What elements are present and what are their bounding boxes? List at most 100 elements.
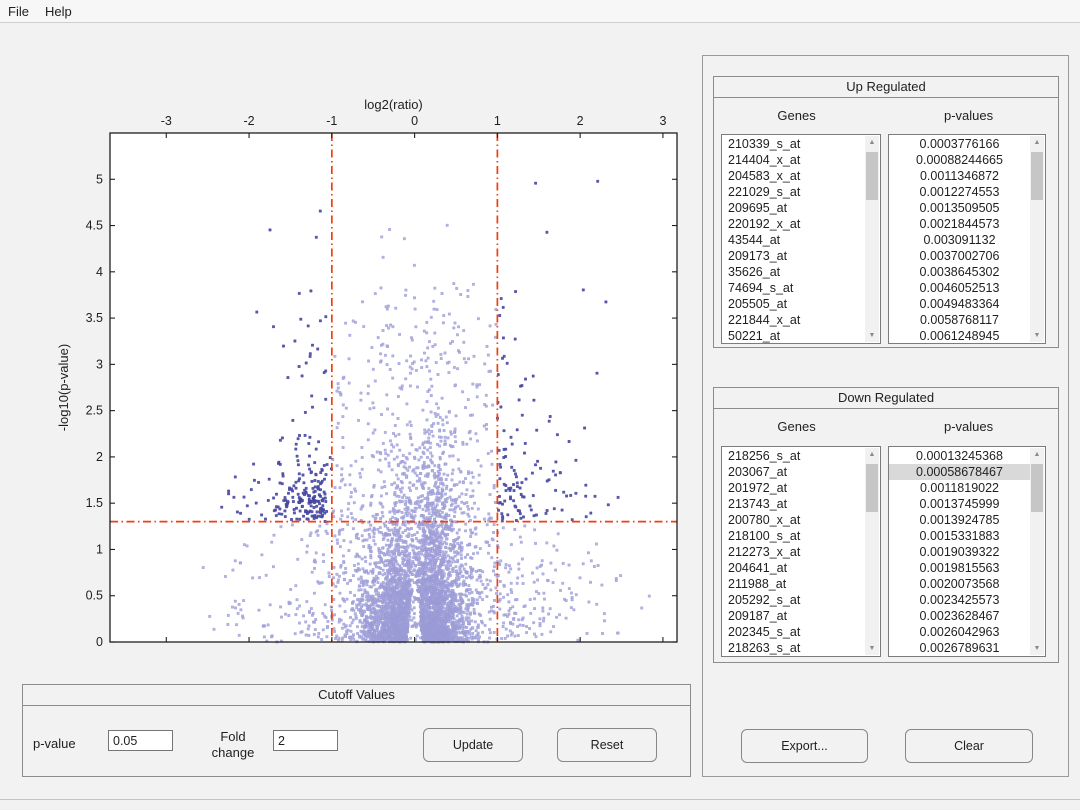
up-pvalue-item[interactable]: 0.003091132	[889, 232, 1030, 248]
up-gene-item[interactable]: 221844_x_at	[722, 312, 865, 328]
down-pvalue-item[interactable]: 0.0023425573	[889, 592, 1030, 608]
svg-text:-1: -1	[326, 114, 337, 128]
down-gene-item[interactable]: 205292_s_at	[722, 592, 865, 608]
up-pvalue-item[interactable]: 0.0038645302	[889, 264, 1030, 280]
svg-text:1.5: 1.5	[86, 496, 103, 510]
window-bottom-edge	[0, 799, 1080, 800]
pvalue-label: p-value	[33, 736, 76, 751]
up-pvalue-item[interactable]: 0.0037002706	[889, 248, 1030, 264]
down-pvalue-item[interactable]: 0.0023628467	[889, 608, 1030, 624]
down-genes-scrollbar[interactable]: ▲ ▼	[865, 448, 879, 655]
down-pvalue-item[interactable]: 0.0015331883	[889, 528, 1030, 544]
down-pvalues-scrollbar[interactable]: ▲ ▼	[1030, 448, 1044, 655]
down-pvalue-item[interactable]: 0.0026789631	[889, 640, 1030, 656]
svg-text:0: 0	[96, 635, 103, 649]
down-gene-item[interactable]: 213743_at	[722, 496, 865, 512]
svg-text:1: 1	[96, 542, 103, 556]
export-button[interactable]: Export...	[741, 729, 868, 763]
up-gene-item[interactable]: 221029_s_at	[722, 184, 865, 200]
down-gene-item[interactable]: 203067_at	[722, 464, 865, 480]
svg-text:2: 2	[577, 114, 584, 128]
up-gene-item[interactable]: 43544_at	[722, 232, 865, 248]
up-pvalues-listbox[interactable]: 0.00037761660.000882446650.00113468720.0…	[888, 134, 1046, 344]
down-pvalue-item[interactable]: 0.00058678467	[889, 464, 1030, 480]
scroll-up-icon[interactable]: ▲	[1030, 448, 1044, 461]
up-genes-listbox[interactable]: 210339_s_at214404_x_at204583_x_at221029_…	[721, 134, 881, 344]
down-gene-item[interactable]: 202345_s_at	[722, 624, 865, 640]
down-pvalue-item[interactable]: 0.0019815563	[889, 560, 1030, 576]
down-gene-item[interactable]: 211988_at	[722, 576, 865, 592]
down-gene-item[interactable]: 218100_s_at	[722, 528, 865, 544]
down-pvalues-listbox[interactable]: 0.000132453680.000586784670.00118190220.…	[888, 446, 1046, 657]
down-gene-item[interactable]: 218263_s_at	[722, 640, 865, 656]
volcano-plot-window: File Help -3-2-1012300.511.522.533.544.5…	[0, 0, 1080, 810]
up-pvalues-header: p-values	[879, 108, 1058, 123]
up-gene-item[interactable]: 50221_at	[722, 328, 865, 344]
scrollbar-thumb[interactable]	[866, 464, 878, 512]
update-button[interactable]: Update	[423, 728, 523, 762]
down-gene-item[interactable]: 200780_x_at	[722, 512, 865, 528]
up-pvalue-item[interactable]: 0.0003776166	[889, 136, 1030, 152]
fold-change-input[interactable]	[273, 730, 338, 751]
up-gene-item[interactable]: 209695_at	[722, 200, 865, 216]
scroll-down-icon[interactable]: ▼	[865, 642, 879, 655]
up-pvalue-item[interactable]: 0.0046052513	[889, 280, 1030, 296]
pvalue-input[interactable]	[108, 730, 173, 751]
svg-text:3: 3	[659, 114, 666, 128]
up-pvalue-item[interactable]: 0.0049483364	[889, 296, 1030, 312]
scrollbar-thumb[interactable]	[1031, 152, 1043, 200]
clear-button[interactable]: Clear	[905, 729, 1033, 763]
down-gene-item[interactable]: 218256_s_at	[722, 448, 865, 464]
down-pvalues-header: p-values	[879, 419, 1058, 434]
scroll-up-icon[interactable]: ▲	[865, 448, 879, 461]
down-gene-item[interactable]: 209187_at	[722, 608, 865, 624]
up-pvalue-item[interactable]: 0.0058768117	[889, 312, 1030, 328]
down-pvalue-item[interactable]: 0.0013924785	[889, 512, 1030, 528]
up-regulated-title: Up Regulated	[714, 77, 1058, 98]
up-pvalue-item[interactable]: 0.0021844573	[889, 216, 1030, 232]
cutoff-values-title: Cutoff Values	[23, 685, 690, 706]
down-regulated-groupbox: Down Regulated Genes p-values 218256_s_a…	[713, 387, 1059, 663]
down-genes-header: Genes	[714, 419, 879, 434]
down-pvalue-item[interactable]: 0.0026042963	[889, 624, 1030, 640]
svg-text:2.5: 2.5	[86, 404, 103, 418]
svg-text:0: 0	[411, 114, 418, 128]
up-genes-scrollbar[interactable]: ▲ ▼	[865, 136, 879, 342]
up-pvalue-item[interactable]: 0.0061248945	[889, 328, 1030, 344]
up-gene-item[interactable]: 209173_at	[722, 248, 865, 264]
down-gene-item[interactable]: 204641_at	[722, 560, 865, 576]
up-gene-item[interactable]: 204583_x_at	[722, 168, 865, 184]
up-pvalues-scrollbar[interactable]: ▲ ▼	[1030, 136, 1044, 342]
scroll-up-icon[interactable]: ▲	[1030, 136, 1044, 149]
up-genes-header: Genes	[714, 108, 879, 123]
up-pvalue-item[interactable]: 0.0011346872	[889, 168, 1030, 184]
scroll-down-icon[interactable]: ▼	[1030, 329, 1044, 342]
up-gene-item[interactable]: 214404_x_at	[722, 152, 865, 168]
down-pvalue-item[interactable]: 0.00013245368	[889, 448, 1030, 464]
down-genes-listbox[interactable]: 218256_s_at203067_at201972_at213743_at20…	[721, 446, 881, 657]
down-pvalue-item[interactable]: 0.0020073568	[889, 576, 1030, 592]
svg-text:4.5: 4.5	[86, 219, 103, 233]
up-pvalue-item[interactable]: 0.0013509505	[889, 200, 1030, 216]
down-pvalue-item[interactable]: 0.0013745999	[889, 496, 1030, 512]
svg-text:0.5: 0.5	[86, 589, 103, 603]
up-pvalue-item[interactable]: 0.00088244665	[889, 152, 1030, 168]
down-pvalue-item[interactable]: 0.0019039322	[889, 544, 1030, 560]
up-pvalue-item[interactable]: 0.0012274553	[889, 184, 1030, 200]
down-gene-item[interactable]: 212273_x_at	[722, 544, 865, 560]
reset-button[interactable]: Reset	[557, 728, 657, 762]
svg-text:3: 3	[96, 357, 103, 371]
scroll-up-icon[interactable]: ▲	[865, 136, 879, 149]
scrollbar-thumb[interactable]	[866, 152, 878, 200]
up-gene-item[interactable]: 74694_s_at	[722, 280, 865, 296]
scroll-down-icon[interactable]: ▼	[865, 329, 879, 342]
scrollbar-thumb[interactable]	[1031, 464, 1043, 512]
volcano-plot-axes: -3-2-1012300.511.522.533.544.55log2(rati…	[0, 0, 700, 690]
down-gene-item[interactable]: 201972_at	[722, 480, 865, 496]
up-gene-item[interactable]: 35626_at	[722, 264, 865, 280]
scroll-down-icon[interactable]: ▼	[1030, 642, 1044, 655]
up-gene-item[interactable]: 210339_s_at	[722, 136, 865, 152]
up-gene-item[interactable]: 205505_at	[722, 296, 865, 312]
down-pvalue-item[interactable]: 0.0011819022	[889, 480, 1030, 496]
up-gene-item[interactable]: 220192_x_at	[722, 216, 865, 232]
